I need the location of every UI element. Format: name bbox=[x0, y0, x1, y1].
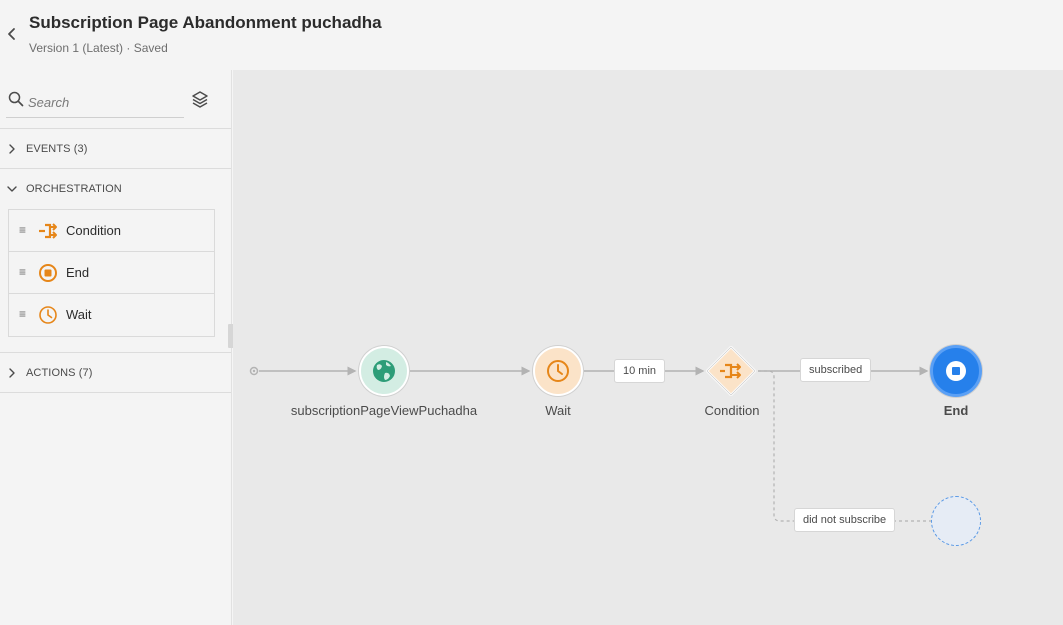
orchestration-item-label: End bbox=[66, 265, 90, 280]
globe-icon bbox=[373, 360, 395, 382]
did-not-subscribe-path-label[interactable]: did not subscribe bbox=[794, 508, 896, 532]
section-orchestration[interactable]: ORCHESTRATION bbox=[0, 169, 231, 209]
chevron-right-icon bbox=[9, 368, 15, 378]
end-node[interactable] bbox=[930, 345, 982, 397]
journey-header: Subscription Page Abandonment puchadha V… bbox=[0, 0, 1063, 70]
chevron-left-icon[interactable] bbox=[4, 26, 20, 42]
condition-icon bbox=[705, 345, 757, 397]
orchestration-item-end[interactable]: ≡ End bbox=[9, 252, 214, 294]
journey-canvas[interactable]: subscriptionPageViewPuchadha Wait 10 min… bbox=[233, 70, 1063, 625]
event-node-label: subscriptionPageViewPuchadha bbox=[290, 403, 478, 418]
chevron-right-icon bbox=[9, 144, 15, 154]
clock-icon bbox=[547, 360, 569, 382]
divider bbox=[0, 392, 231, 393]
empty-drop-slot[interactable] bbox=[931, 496, 981, 546]
journey-title: Subscription Page Abandonment puchadha bbox=[29, 13, 382, 32]
drag-handle-icon: ≡ bbox=[19, 223, 27, 237]
orchestration-item-label: Wait bbox=[66, 307, 92, 322]
event-node[interactable] bbox=[359, 346, 409, 396]
drag-handle-icon: ≡ bbox=[19, 265, 27, 279]
end-icon bbox=[39, 264, 57, 282]
condition-node[interactable] bbox=[705, 345, 757, 397]
wait-node-label: Wait bbox=[545, 403, 571, 418]
subscribed-path-label[interactable]: subscribed bbox=[800, 358, 872, 382]
search-input[interactable] bbox=[28, 91, 178, 113]
end-node-label: End bbox=[943, 403, 969, 418]
section-actions[interactable]: ACTIONS (7) bbox=[0, 353, 231, 393]
clock-icon bbox=[39, 306, 57, 324]
section-events-label: EVENTS (3) bbox=[26, 143, 88, 155]
section-orchestration-label: ORCHESTRATION bbox=[26, 183, 122, 195]
orchestration-list: ≡ Condition ≡ End ≡ Wait bbox=[8, 209, 215, 337]
section-actions-label: ACTIONS (7) bbox=[26, 367, 93, 379]
section-events[interactable]: EVENTS (3) bbox=[0, 129, 231, 169]
journey-version-status: Version 1 (Latest) · Saved bbox=[29, 41, 168, 55]
wait-node[interactable] bbox=[533, 346, 583, 396]
orchestration-item-wait[interactable]: ≡ Wait bbox=[9, 294, 214, 336]
condition-node-label: Condition bbox=[704, 403, 760, 418]
stop-icon bbox=[946, 361, 966, 381]
condition-icon bbox=[39, 223, 57, 239]
search-icon bbox=[8, 91, 24, 107]
drag-handle-icon: ≡ bbox=[19, 307, 27, 321]
wait-duration-label[interactable]: 10 min bbox=[614, 359, 666, 383]
layers-icon[interactable] bbox=[190, 90, 210, 110]
palette-sidebar: EVENTS (3) ORCHESTRATION ≡ Condition ≡ E bbox=[0, 70, 232, 625]
orchestration-item-label: Condition bbox=[66, 223, 121, 238]
chevron-down-icon bbox=[7, 186, 17, 192]
orchestration-item-condition[interactable]: ≡ Condition bbox=[9, 210, 214, 252]
search-box bbox=[6, 86, 184, 118]
